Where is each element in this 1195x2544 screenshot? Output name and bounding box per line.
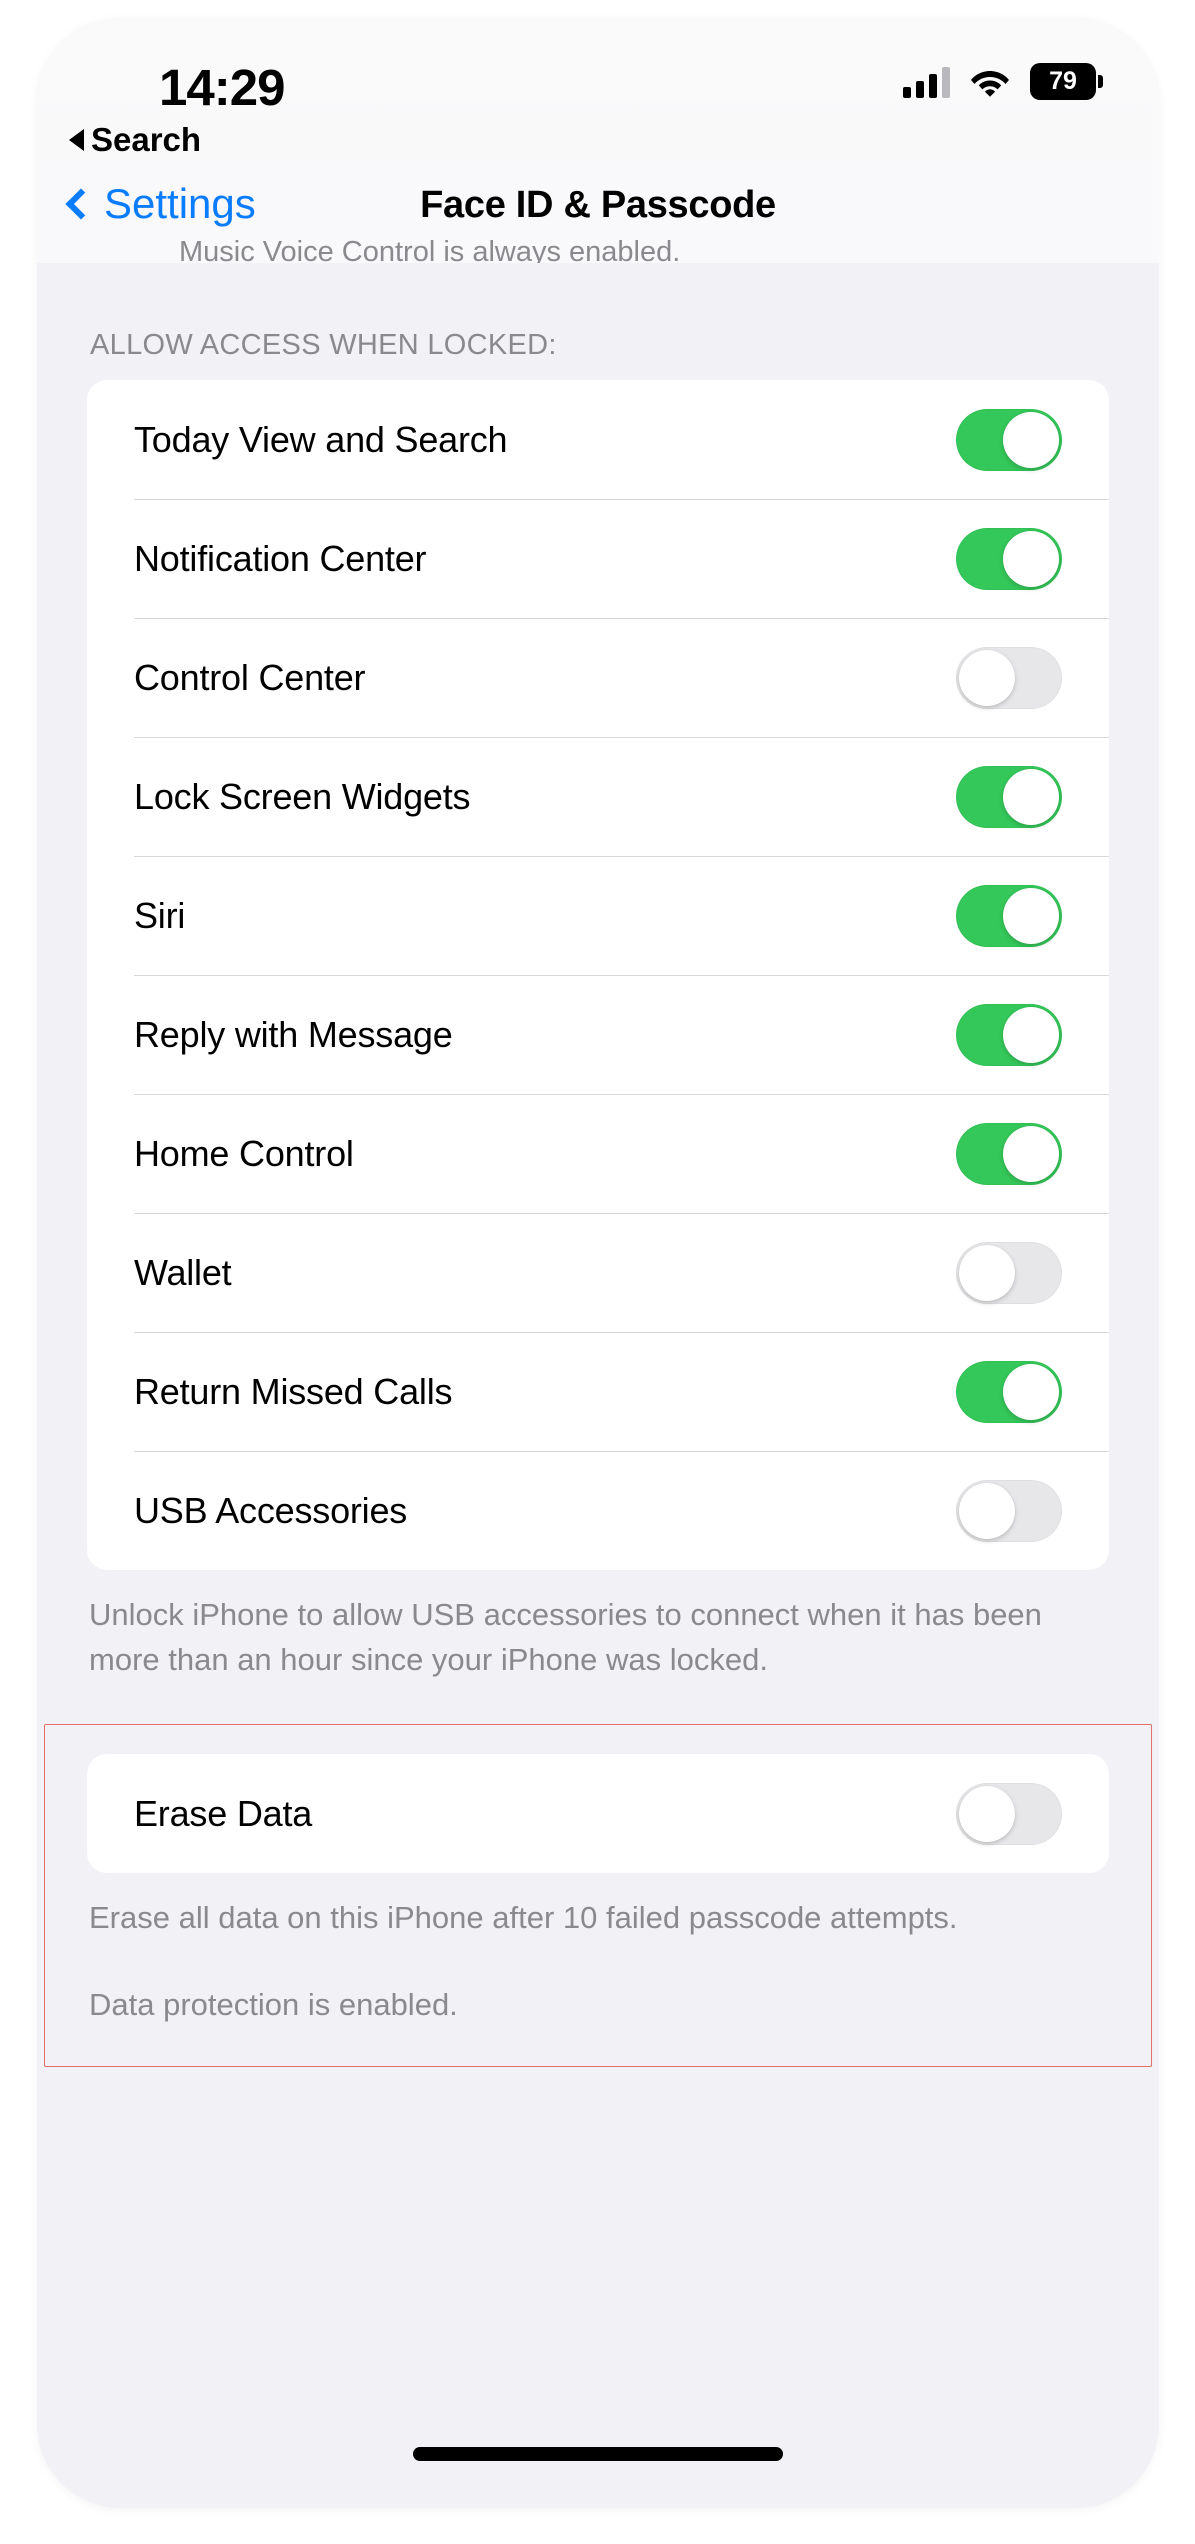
erase-data-footnote-1: Erase all data on this iPhone after 10 f… — [89, 1900, 958, 1935]
battery-level-label: 79 — [1049, 67, 1077, 95]
table-row[interactable]: Notification Center — [87, 499, 1109, 618]
row-toggle[interactable] — [956, 1241, 1062, 1304]
table-row[interactable]: USB Accessories — [87, 1451, 1109, 1570]
table-row[interactable]: Lock Screen Widgets — [87, 737, 1109, 856]
back-to-app-label: Search — [91, 121, 202, 158]
table-row[interactable]: Today View and Search — [87, 380, 1109, 499]
row-label: Return Missed Calls — [134, 1370, 453, 1412]
toggle-knob — [959, 1244, 1015, 1301]
toggle-knob — [1003, 768, 1059, 825]
table-row[interactable]: Control Center — [87, 618, 1109, 737]
section-header-allow-access: ALLOW ACCESS WHEN LOCKED: — [90, 329, 557, 361]
triangle-left-icon — [69, 129, 84, 151]
home-indicator-bar[interactable] — [413, 2447, 783, 2461]
toggle-knob — [1003, 1125, 1059, 1182]
cellular-signal-icon — [903, 66, 950, 98]
back-to-app-indicator[interactable]: Search — [69, 121, 201, 159]
battery-icon: 79 — [1030, 63, 1103, 100]
row-label: Control Center — [134, 656, 366, 698]
row-label: Home Control — [134, 1132, 354, 1174]
toggle-knob — [959, 649, 1015, 706]
allow-access-list: Today View and Search Notification Center… — [87, 380, 1109, 1570]
row-toggle[interactable] — [956, 765, 1062, 828]
wifi-icon — [970, 67, 1010, 97]
row-toggle[interactable] — [956, 1360, 1062, 1423]
row-label: Siri — [134, 894, 186, 936]
row-label: Wallet — [134, 1251, 232, 1293]
toggle-knob — [1003, 887, 1059, 944]
row-toggle[interactable] — [956, 884, 1062, 947]
row-toggle[interactable] — [956, 408, 1062, 471]
row-label: Today View and Search — [134, 418, 508, 460]
erase-data-list: Erase Data — [87, 1754, 1109, 1873]
row-toggle[interactable] — [956, 527, 1062, 590]
row-label: USB Accessories — [134, 1489, 408, 1531]
table-row[interactable]: Return Missed Calls — [87, 1332, 1109, 1451]
usb-accessories-footnote: Unlock iPhone to allow USB accessories t… — [89, 1597, 1042, 1677]
toggle-knob — [1003, 1006, 1059, 1063]
table-row[interactable]: Erase Data — [87, 1754, 1109, 1873]
erase-data-footnote-2: Data protection is enabled. — [89, 1987, 458, 2022]
erase-data-toggle[interactable] — [956, 1782, 1062, 1845]
table-row[interactable]: Home Control — [87, 1094, 1109, 1213]
status-bar-clock: 14:29 — [159, 59, 285, 116]
toggle-knob — [1003, 411, 1059, 468]
row-toggle[interactable] — [956, 1479, 1062, 1542]
table-row[interactable]: Wallet — [87, 1213, 1109, 1332]
row-label: Reply with Message — [134, 1013, 453, 1055]
row-toggle[interactable] — [956, 1122, 1062, 1185]
clipped-footnote-above: Music Voice Control is always enabled. — [179, 236, 681, 263]
toggle-knob — [1003, 1363, 1059, 1420]
erase-data-section: Erase Data Erase all data on this iPhone… — [37, 1724, 1159, 2067]
row-label: Erase Data — [134, 1792, 313, 1834]
status-bar-icons: 79 — [903, 63, 1103, 100]
page-title: Face ID & Passcode — [420, 184, 776, 226]
settings-scroll-view[interactable]: Music Voice Control is always enabled. A… — [37, 236, 1159, 2443]
toggle-knob — [1003, 530, 1059, 587]
row-toggle[interactable] — [956, 646, 1062, 709]
table-row[interactable]: Reply with Message — [87, 975, 1109, 1094]
row-label: Notification Center — [134, 537, 427, 579]
phone-screen: 14:29 Search 79 Settings Face ID & Passc… — [37, 18, 1159, 2508]
row-toggle[interactable] — [956, 1003, 1062, 1066]
toggle-knob — [959, 1482, 1015, 1539]
row-label: Lock Screen Widgets — [134, 775, 471, 817]
table-row[interactable]: Siri — [87, 856, 1109, 975]
toggle-knob — [959, 1785, 1015, 1842]
